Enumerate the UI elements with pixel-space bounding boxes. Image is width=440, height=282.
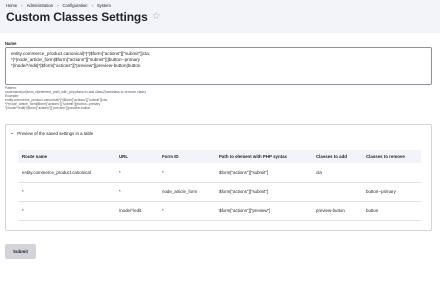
breadcrumb-system[interactable]: System bbox=[97, 3, 111, 8]
column-header-route-name: Route name bbox=[18, 150, 115, 163]
cell-classes-to-remove bbox=[362, 163, 421, 183]
cell-form-id: * bbox=[158, 163, 215, 183]
breadcrumb-configuration[interactable]: Configuration bbox=[63, 3, 88, 8]
title-row: Custom Classes Settings ☆ bbox=[6, 10, 161, 24]
table-header-row: Route name URL Form ID Path to element w… bbox=[18, 150, 421, 163]
cell-route-name: entity.commerce_product.canonical bbox=[18, 163, 115, 183]
breadcrumb-home[interactable]: Home bbox=[6, 3, 17, 8]
cell-url: * bbox=[115, 163, 158, 183]
page-header: Home › Administration › Configuration › … bbox=[0, 0, 440, 33]
breadcrumb: Home › Administration › Configuration › … bbox=[6, 3, 111, 8]
breadcrumb-separator: › bbox=[91, 3, 93, 8]
cell-classes-to-add: cta bbox=[312, 163, 362, 183]
star-icon[interactable]: ☆ bbox=[152, 12, 161, 22]
cell-classes-to-remove: button bbox=[362, 201, 421, 221]
cell-classes-to-add bbox=[312, 182, 362, 202]
cell-element-path: $form["actions"]["submit"] bbox=[215, 182, 312, 202]
cell-url: /node/*/edit bbox=[115, 201, 158, 221]
cell-classes-to-remove: button--primary bbox=[362, 182, 421, 202]
table-row: entity.commerce_product.canonical * * $f… bbox=[18, 163, 421, 183]
preview-summary-toggle[interactable]: ⌄ Preview of the saved settings in a tab… bbox=[10, 130, 93, 136]
column-header-classes-to-remove: Classes to remove bbox=[362, 150, 421, 163]
table-row: * * node_article_form $form["actions"]["… bbox=[18, 182, 421, 202]
cell-url: * bbox=[115, 182, 158, 202]
cell-route-name: * bbox=[18, 182, 115, 202]
help-line: *|/node/*/edit|*|$form["actions"]["previ… bbox=[5, 105, 91, 110]
page-title: Custom Classes Settings bbox=[6, 10, 148, 24]
cell-route-name: * bbox=[18, 201, 115, 221]
column-header-classes-to-add: Classes to add bbox=[312, 150, 362, 163]
preview-table: Route name URL Form ID Path to element w… bbox=[18, 150, 421, 221]
column-header-url: URL bbox=[115, 150, 158, 163]
submit-button[interactable]: Submit bbox=[5, 244, 36, 259]
name-textarea[interactable]: entity.commerce_product.canonical|*|*|$f… bbox=[5, 47, 432, 85]
chevron-down-icon: ⌄ bbox=[10, 130, 15, 136]
breadcrumb-separator: › bbox=[57, 3, 59, 8]
breadcrumb-administration[interactable]: Administration bbox=[27, 3, 54, 8]
cell-classes-to-add: preview-button bbox=[312, 201, 362, 221]
help-text: Pattern: routename|url|form_id|element_p… bbox=[5, 86, 146, 110]
cell-form-id: * bbox=[158, 201, 215, 221]
breadcrumb-separator: › bbox=[21, 3, 23, 8]
name-field-label: Name bbox=[5, 41, 17, 46]
column-header-element-path: Path to element with PHP syntax bbox=[215, 150, 312, 163]
cell-element-path: $form["actions"]["preview"] bbox=[215, 201, 312, 221]
cell-form-id: node_article_form bbox=[158, 182, 215, 202]
help-line: routename|url|form_id|element_path_with_… bbox=[5, 89, 146, 94]
preview-summary-label: Preview of the saved settings in a table bbox=[17, 130, 94, 136]
cell-element-path: $form["actions"]["submit"] bbox=[215, 163, 312, 183]
preview-details: ⌄ Preview of the saved settings in a tab… bbox=[5, 124, 432, 231]
column-header-form-id: Form ID bbox=[158, 150, 215, 163]
table-row: * /node/*/edit * $form["actions"]["previ… bbox=[18, 201, 421, 221]
